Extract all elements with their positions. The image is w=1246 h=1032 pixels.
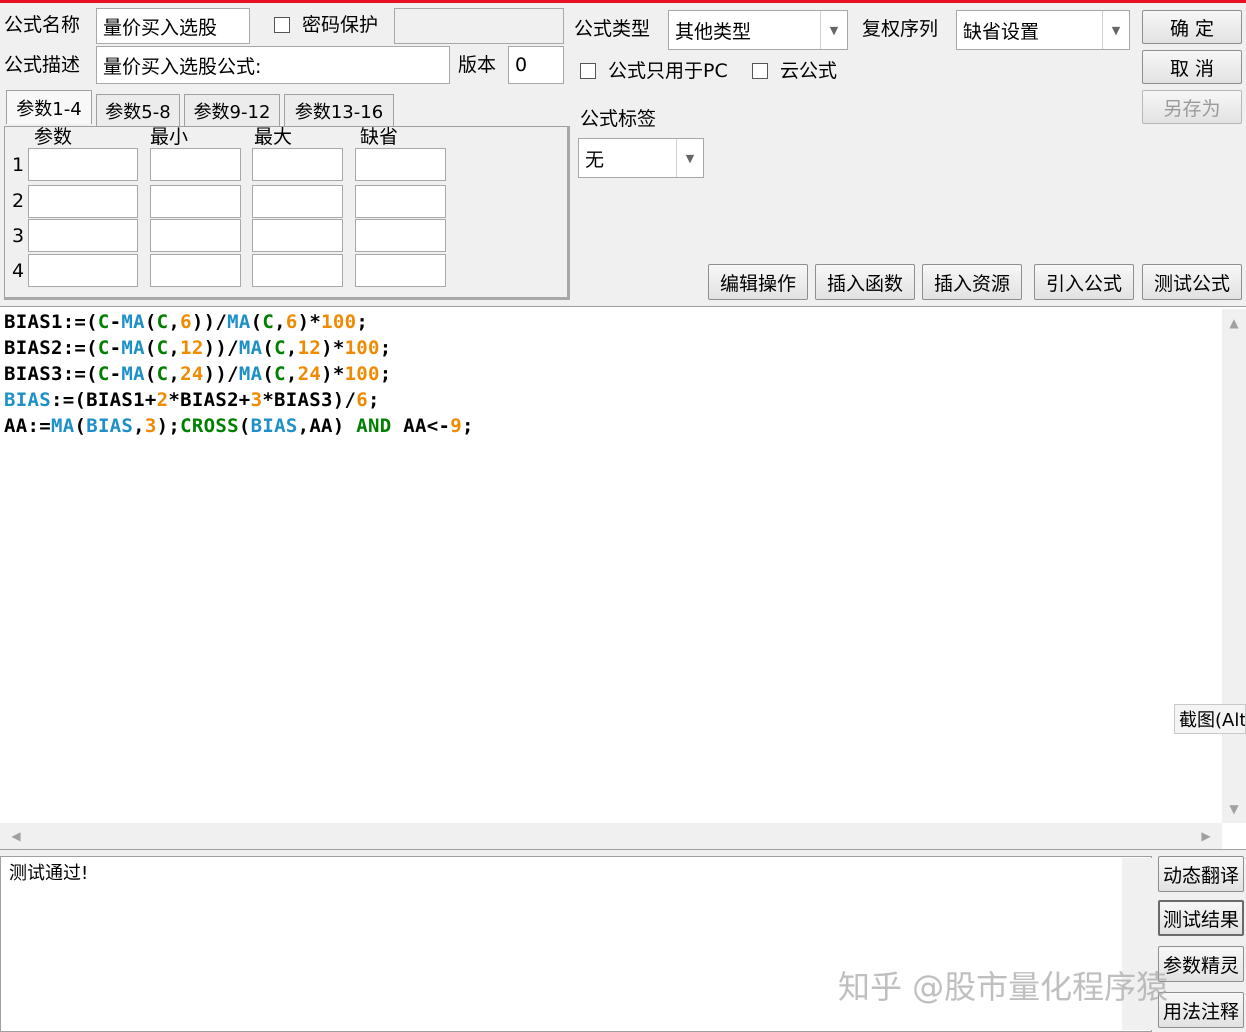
edit-ops-button[interactable]: 编辑操作 [708,264,808,300]
param-max-input[interactable] [252,219,343,252]
param-min-input[interactable] [150,219,241,252]
code-line-4: BIAS:=(BIAS1+2*BIAS2+3*BIAS3)/6; [4,389,380,411]
tag-select-value: 无 [585,148,605,171]
scroll-up-icon[interactable]: ▲ [1222,313,1246,333]
param-default-input[interactable] [355,254,446,287]
cloud-label: 云公式 [780,60,838,82]
param-min-input[interactable] [150,254,241,287]
password-input [394,8,564,44]
desc-input[interactable]: 量价买入选股公式: [96,46,450,84]
insert-resource-button[interactable]: 插入资源 [922,264,1022,300]
ok-button[interactable]: 确 定 [1142,10,1242,44]
dynamic-translate-button[interactable]: 动态翻译 [1158,856,1244,892]
code-editor[interactable]: BIAS1:=(C-MA(C,6))/MA(C,6)*100; BIAS2:=(… [0,306,1246,850]
param-name-input[interactable] [28,185,138,218]
name-label: 公式名称 [4,14,81,36]
code-line-1: BIAS1:=(C-MA(C,6))/MA(C,6)*100; [4,311,369,333]
tab-params-13-16[interactable]: 参数13-16 [284,94,394,126]
col-header-default: 缺省 [360,126,399,148]
param-default-input[interactable] [355,148,446,181]
password-label: 密码保护 [302,14,379,36]
cancel-button[interactable]: 取 消 [1142,50,1242,84]
code-line-5: AA:=MA(BIAS,3);CROSS(BIAS,AA) AND AA<-9; [4,415,474,437]
param-wizard-button[interactable]: 参数精灵 [1158,946,1244,982]
save-as-button[interactable]: 另存为 [1142,90,1242,124]
row-number: 2 [12,190,25,212]
tab-params-5-8[interactable]: 参数5-8 [96,94,180,126]
type-select-value: 其他类型 [675,20,752,43]
tag-select[interactable]: 无 ▼ [578,138,704,178]
pc-only-label: 公式只用于PC [608,60,728,82]
pc-only-checkbox[interactable] [580,63,596,79]
scroll-down-icon[interactable]: ▼ [1222,799,1246,819]
usage-notes-button[interactable]: 用法注释 [1158,992,1244,1028]
param-default-input[interactable] [355,219,446,252]
param-min-input[interactable] [150,185,241,218]
col-header-min: 最小 [150,126,189,148]
version-label: 版本 [458,54,497,76]
param-max-input[interactable] [252,148,343,181]
watermark: 知乎 @股市量化程序猿 [838,968,1169,1006]
test-formula-button[interactable]: 测试公式 [1142,264,1242,300]
code-content[interactable]: BIAS1:=(C-MA(C,6))/MA(C,6)*100; BIAS2:=(… [4,309,474,439]
code-line-2: BIAS2:=(C-MA(C,12))/MA(C,12)*100; [4,337,392,359]
scroll-right-icon[interactable]: ▶ [1196,826,1216,846]
row-number: 3 [12,225,25,247]
param-min-input[interactable] [150,148,241,181]
param-name-input[interactable] [28,254,138,287]
rights-select-value: 缺省设置 [963,20,1040,43]
desc-label: 公式描述 [4,54,81,76]
param-name-input[interactable] [28,148,138,181]
horizontal-scrollbar[interactable]: ◀ ▶ [0,823,1222,849]
import-formula-button[interactable]: 引入公式 [1034,264,1134,300]
cloud-checkbox[interactable] [752,63,768,79]
window-top-border [0,0,1246,3]
tab-params-1-4[interactable]: 参数1-4 [6,90,92,124]
param-max-input[interactable] [252,185,343,218]
rights-label: 复权序列 [862,18,939,40]
type-label: 公式类型 [574,18,651,40]
chevron-down-icon: ▼ [676,139,703,177]
vertical-scrollbar[interactable]: ▲ ▼ [1222,309,1246,823]
type-select[interactable]: 其他类型 ▼ [668,10,848,50]
scroll-left-icon[interactable]: ◀ [6,826,26,846]
param-name-input[interactable] [28,219,138,252]
chevron-down-icon: ▼ [820,11,847,49]
tab-params-9-12[interactable]: 参数9-12 [184,94,280,126]
code-line-3: BIAS3:=(C-MA(C,24))/MA(C,24)*100; [4,363,392,385]
col-header-param: 参数 [34,126,73,148]
row-number: 4 [12,260,25,282]
screenshot-hint[interactable]: 截图(Alt [1174,704,1246,734]
insert-function-button[interactable]: 插入函数 [815,264,915,300]
rights-select[interactable]: 缺省设置 ▼ [956,10,1130,50]
tag-label: 公式标签 [580,108,657,130]
col-header-max: 最大 [254,126,293,148]
password-checkbox[interactable] [274,17,290,33]
row-number: 1 [12,154,25,176]
param-default-input[interactable] [355,185,446,218]
output-text: 测试通过! [9,863,89,884]
test-result-button[interactable]: 测试结果 [1158,900,1244,936]
name-input[interactable]: 量价买入选股 [96,8,250,44]
chevron-down-icon: ▼ [1102,11,1129,49]
version-input[interactable]: 0 [508,46,564,84]
param-max-input[interactable] [252,254,343,287]
